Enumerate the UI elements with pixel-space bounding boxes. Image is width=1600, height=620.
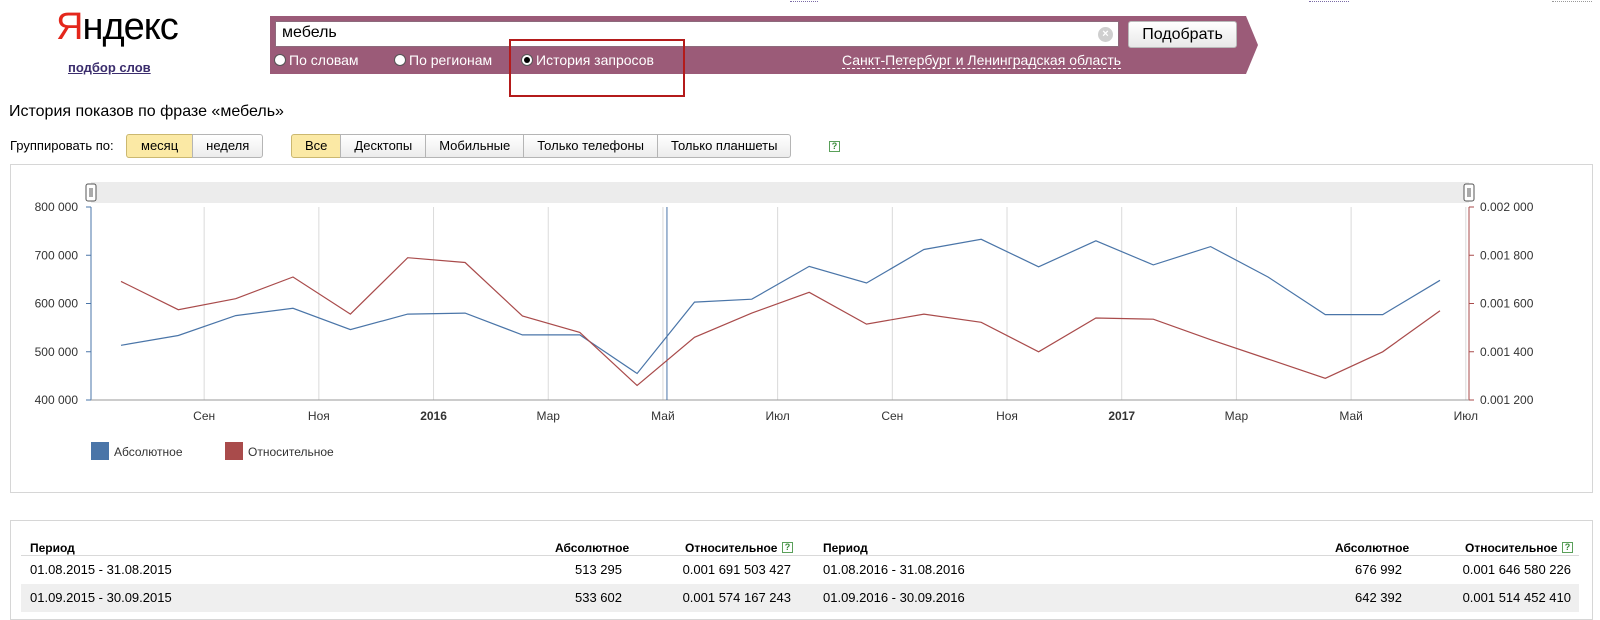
navigator-handle[interactable] bbox=[1463, 183, 1475, 202]
table-cell-relative: 0.001 691 503 427 bbox=[682, 562, 791, 577]
radio-icon bbox=[274, 54, 286, 66]
y-right-tick-label: 0.001 400 bbox=[1480, 345, 1534, 359]
y-right-tick-label: 0.001 600 bbox=[1480, 297, 1534, 311]
table-cell-relative: 0.001 646 580 226 bbox=[1462, 562, 1571, 577]
table-cell-absolute: 676 992 bbox=[1355, 562, 1402, 577]
history-chart: Сен Ноя 2016 Мар Май Июл Сен Ноя 2017 Мар Май Июл 40… bbox=[35, 182, 1534, 460]
help-icon[interactable]: ? bbox=[782, 542, 793, 553]
group-month-button[interactable]: месяц bbox=[126, 134, 194, 158]
y-left-tick-label: 800 000 bbox=[35, 200, 79, 214]
top-link-fragment[interactable] bbox=[1552, 0, 1592, 2]
y-left-tick-label: 500 000 bbox=[35, 345, 79, 359]
top-link-fragment[interactable] bbox=[790, 0, 818, 2]
x-tick-label: Сен bbox=[881, 409, 903, 423]
table-cell-period: 01.09.2016 - 30.09.2016 bbox=[823, 590, 965, 605]
x-tick-label: Май bbox=[651, 409, 675, 423]
divider bbox=[21, 555, 1579, 556]
table-cell-absolute: 513 295 bbox=[575, 562, 622, 577]
col-header-relative: Относительное bbox=[1465, 541, 1558, 555]
x-tick-label: Ноя bbox=[308, 409, 330, 423]
history-table: Период Абсолютное Относительное ? Период… bbox=[10, 520, 1593, 620]
x-tick-label: Мар bbox=[536, 409, 560, 423]
device-all-button[interactable]: Все bbox=[291, 134, 342, 158]
region-link[interactable]: Санкт-Петербург и Ленинградская область bbox=[842, 52, 1122, 69]
device-desktop-button[interactable]: Десктопы bbox=[340, 134, 427, 158]
col-header-absolute: Абсолютное bbox=[1335, 541, 1410, 555]
top-link-fragment[interactable] bbox=[1309, 0, 1349, 2]
col-header-period: Период bbox=[823, 541, 868, 555]
y-right-tick-label: 0.002 000 bbox=[1480, 200, 1534, 214]
x-tick-label: Мар bbox=[1225, 409, 1249, 423]
group-label: Группировать по: bbox=[10, 138, 114, 153]
x-tick-label: 2016 bbox=[420, 409, 447, 423]
x-tick-label: Июл bbox=[1454, 409, 1478, 423]
x-tick-label: Сен bbox=[193, 409, 215, 423]
table-row bbox=[21, 584, 1579, 612]
navigator-band bbox=[91, 182, 1469, 203]
legend-label[interactable]: Абсолютное bbox=[114, 445, 183, 459]
col-header-absolute: Абсолютное bbox=[555, 541, 630, 555]
yandex-logo[interactable]: Яндекс bbox=[56, 6, 179, 49]
y-left-tick-label: 400 000 bbox=[35, 393, 79, 407]
table-cell-period: 01.08.2016 - 31.08.2016 bbox=[823, 562, 965, 577]
group-week-button[interactable]: неделя bbox=[192, 134, 264, 158]
x-tick-label: Ноя bbox=[996, 409, 1018, 423]
page-title: История показов по фразе «мебель» bbox=[9, 103, 284, 120]
table-cell-relative: 0.001 574 167 243 bbox=[682, 590, 791, 605]
navigator-handle[interactable] bbox=[85, 183, 97, 202]
col-header-period: Период bbox=[30, 541, 75, 555]
col-header-relative: Относительное bbox=[685, 541, 778, 555]
device-phones-button[interactable]: Только телефоны bbox=[523, 134, 659, 158]
highlight-annotation bbox=[509, 39, 685, 97]
y-right-tick-label: 0.001 800 bbox=[1480, 248, 1534, 262]
wordstat-link[interactable]: подбор слов bbox=[68, 60, 151, 75]
clear-icon[interactable]: × bbox=[1098, 27, 1113, 42]
legend-swatch[interactable] bbox=[225, 442, 243, 460]
help-icon[interactable]: ? bbox=[1562, 542, 1573, 553]
x-tick-label: Май bbox=[1339, 409, 1363, 423]
x-tick-label: Июл bbox=[765, 409, 789, 423]
y-right-tick-label: 0.001 200 bbox=[1480, 393, 1534, 407]
legend-swatch[interactable] bbox=[91, 442, 109, 460]
radio-icon bbox=[394, 54, 406, 66]
group-toggle: месяц неделя bbox=[126, 134, 264, 158]
table-cell-absolute: 533 602 bbox=[575, 590, 622, 605]
help-icon[interactable]: ? bbox=[829, 141, 840, 152]
device-mobile-button[interactable]: Мобильные bbox=[425, 134, 525, 158]
table-cell-period: 01.08.2015 - 31.08.2015 bbox=[30, 562, 172, 577]
search-input[interactable]: мебель bbox=[275, 21, 1119, 47]
table-cell-absolute: 642 392 bbox=[1355, 590, 1402, 605]
radio-by-words[interactable]: По словам bbox=[274, 52, 359, 68]
legend-label[interactable]: Относительное bbox=[248, 445, 334, 459]
table-cell-relative: 0.001 514 452 410 bbox=[1462, 590, 1571, 605]
device-toggle: Все Десктопы Мобильные Только телефоны Т… bbox=[291, 134, 792, 158]
search-button[interactable]: Подобрать bbox=[1128, 21, 1237, 48]
table-cell-period: 01.09.2015 - 30.09.2015 bbox=[30, 590, 172, 605]
radio-by-regions[interactable]: По регионам bbox=[394, 52, 492, 68]
chart-panel: Сен Ноя 2016 Мар Май Июл Сен Ноя 2017 Мар Май Июл 40… bbox=[10, 164, 1593, 493]
y-left-tick-label: 700 000 bbox=[35, 248, 79, 262]
device-tablets-button[interactable]: Только планшеты bbox=[657, 134, 792, 158]
x-tick-label: 2017 bbox=[1108, 409, 1135, 423]
y-left-tick-label: 600 000 bbox=[35, 297, 79, 311]
